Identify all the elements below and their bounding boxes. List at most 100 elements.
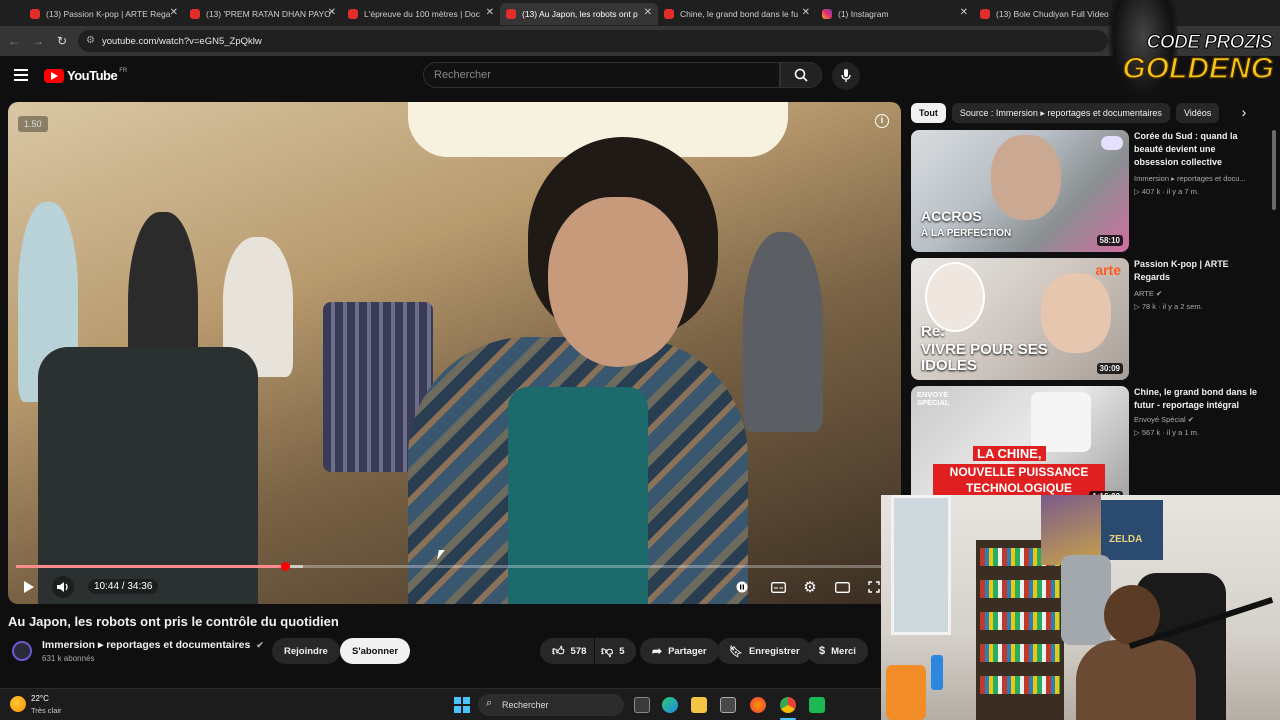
taskbar-search[interactable]: ⌕ Rechercher: [478, 694, 624, 716]
video-player[interactable]: 1.50 i 10:44 / 34:36 ⚙: [8, 102, 901, 604]
recommendation-item[interactable]: ENVOYÉ SPÉCIAL LA CHINE, NOUVELLE PUISSA…: [911, 386, 1271, 508]
close-tab-icon[interactable]: ✕: [486, 7, 494, 18]
fullscreen-icon: [868, 581, 880, 593]
recommendation-stats: ▷ 567 k · il y a 1 m.: [1134, 426, 1259, 439]
youtube-favicon-icon: [348, 9, 358, 19]
thumbnail-caption: ACCROS: [921, 208, 982, 224]
recommendation-stats: ▷ 78 k · il y a 2 sem.: [1134, 300, 1259, 313]
weather-sun-icon[interactable]: [10, 696, 26, 712]
thumbnail-caption: VIVRE POUR SES IDOLES: [921, 341, 1048, 374]
progress-scrubber-handle[interactable]: [281, 562, 291, 571]
volume-button[interactable]: [52, 576, 74, 598]
youtube-logo[interactable]: YouTube FR: [44, 68, 127, 83]
subscribe-button[interactable]: S'abonner: [340, 638, 411, 664]
voice-search-button[interactable]: [832, 62, 860, 90]
share-icon: ➦: [652, 644, 663, 658]
play-button[interactable]: [18, 576, 40, 598]
close-tab-icon[interactable]: ✕: [170, 7, 178, 18]
info-icon[interactable]: i: [875, 114, 889, 128]
recommendation-item[interactable]: arte Re: VIVRE POUR SES IDOLES 30:09 Pas…: [911, 258, 1271, 380]
progress-bar[interactable]: [16, 562, 885, 571]
browser-tab[interactable]: (1) Instagram ✕: [816, 3, 974, 25]
save-label: Enregistrer: [748, 645, 800, 657]
channel-row: Immersion ▸ reportages et documentaires …: [8, 636, 888, 668]
recommendation-channel: ARTE ✔: [1134, 287, 1259, 300]
arte-logo-text: arte: [1095, 262, 1121, 278]
subtitles-button[interactable]: [767, 576, 789, 598]
browser-tab[interactable]: (13) Passion K-pop | ARTE Rega ✕: [24, 3, 184, 25]
sidebar-scrollbar[interactable]: [1272, 130, 1276, 210]
dislike-button[interactable]: 👎︎ 5: [595, 638, 637, 664]
webcam-streamer: [1076, 585, 1216, 720]
browser-tab[interactable]: L'épreuve du 100 mètres | Doc ✕: [342, 3, 500, 25]
tab-label: (13) Passion K-pop | ARTE Rega: [46, 9, 171, 19]
filter-chips: Tout Source : Immersion ▸ reportages et …: [911, 102, 1251, 124]
gear-icon: ⚙: [803, 579, 817, 596]
video-duration: 30:09: [1096, 363, 1123, 374]
chevron-right-icon[interactable]: ›: [1236, 104, 1252, 120]
task-view-icon[interactable]: [634, 697, 650, 713]
weather-temperature[interactable]: 22°C: [31, 694, 49, 703]
thanks-button[interactable]: $ Merci: [807, 638, 868, 664]
close-tab-icon[interactable]: ✕: [644, 7, 652, 18]
chrome-icon[interactable]: [780, 697, 796, 713]
join-button[interactable]: Rejoindre: [272, 638, 340, 664]
thumbnail-face: [991, 135, 1061, 220]
theater-mode-button[interactable]: [831, 576, 853, 598]
hamburger-menu-icon[interactable]: [14, 69, 28, 81]
chip-source[interactable]: Source : Immersion ▸ reportages et docum…: [951, 103, 1170, 123]
brand-line-1: CODE PROZIS: [1146, 32, 1273, 54]
browser-tab[interactable]: (13) 'PREM RATAN DHAN PAYO ✕: [184, 3, 342, 25]
reload-icon[interactable]: ↻: [50, 34, 74, 48]
video-thumbnail[interactable]: ACCROS À LA PERFECTION 58:10: [911, 130, 1129, 252]
channel-name[interactable]: Immersion ▸ reportages et documentaires …: [42, 639, 264, 651]
close-tab-icon[interactable]: ✕: [328, 7, 336, 18]
close-tab-icon[interactable]: ✕: [802, 7, 810, 18]
thumbs-up-icon: 👍︎: [552, 643, 565, 658]
close-tab-icon[interactable]: ✕: [960, 7, 968, 18]
search-input[interactable]: Rechercher: [423, 62, 780, 88]
video-thumbnail[interactable]: arte Re: VIVRE POUR SES IDOLES 30:09: [911, 258, 1129, 380]
search-button[interactable]: [780, 62, 822, 88]
app-icon[interactable]: [809, 697, 825, 713]
site-settings-icon[interactable]: ⚙: [86, 35, 95, 46]
chip-all[interactable]: Tout: [911, 103, 946, 123]
firefox-icon[interactable]: [750, 697, 766, 713]
player-controls: 10:44 / 34:36 ⚙: [8, 572, 901, 604]
video-thumbnail[interactable]: ENVOYÉ SPÉCIAL LA CHINE, NOUVELLE PUISSA…: [911, 386, 1129, 508]
url-text: youtube.com/watch?v=eGN5_ZpQklw: [102, 35, 262, 47]
channel-name-text: Immersion ▸ reportages et documentaires: [42, 639, 251, 651]
weather-description[interactable]: Très clair: [31, 706, 62, 715]
tab-label: (13) Bole Chudiyan Full Video: [996, 9, 1109, 19]
windows-start-icon[interactable]: [454, 697, 470, 713]
thumbnail-robot: [1031, 392, 1091, 452]
youtube-favicon-icon: [664, 9, 674, 19]
autoplay-toggle[interactable]: [731, 576, 753, 598]
back-arrow-icon[interactable]: ←: [2, 34, 26, 48]
recommendation-item[interactable]: ACCROS À LA PERFECTION 58:10 Corée du Su…: [911, 130, 1271, 252]
edge-browser-icon[interactable]: [662, 697, 678, 713]
verified-badge-icon: ✔: [1187, 415, 1195, 424]
save-button[interactable]: 🔖︎ Enregistrer: [717, 638, 812, 664]
video-title: Au Japon, les robots ont pris le contrôl…: [8, 614, 339, 629]
youtube-favicon-icon: [30, 9, 40, 19]
url-field[interactable]: ⚙ youtube.com/watch?v=eGN5_ZpQklw: [78, 30, 1108, 52]
play-count-icon: ▷: [1134, 302, 1142, 311]
file-explorer-icon[interactable]: [691, 697, 707, 713]
tab-label: (1) Instagram: [838, 9, 889, 19]
zelda-poster: ZELDA: [1101, 500, 1163, 560]
settings-button[interactable]: ⚙: [799, 576, 821, 598]
video-frame-background-person: [743, 232, 823, 432]
microsoft-store-icon[interactable]: [720, 697, 736, 713]
forward-arrow-icon[interactable]: →: [26, 34, 50, 48]
browser-tab-active[interactable]: (13) Au Japon, les robots ont p ✕: [500, 3, 658, 25]
youtube-play-logo-icon: [44, 68, 64, 83]
chip-videos[interactable]: Vidéos: [1175, 103, 1220, 123]
share-button[interactable]: ➦ Partager: [640, 638, 719, 664]
like-button[interactable]: 👍︎ 578: [540, 638, 595, 664]
thumbnail-caption: À LA PERFECTION: [921, 228, 1012, 239]
browser-tab[interactable]: Chine, le grand bond dans le fu ✕: [658, 3, 816, 25]
recommendation-stats: ▷ 407 k · il y a 7 m.: [1134, 185, 1259, 198]
channel-avatar[interactable]: [12, 641, 32, 661]
search-icon: [794, 68, 808, 82]
